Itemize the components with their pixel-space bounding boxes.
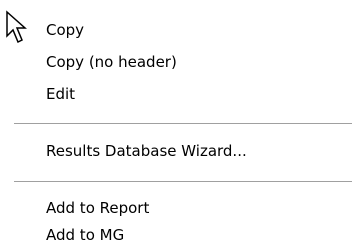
menu-item-add-to-mg[interactable]: Add to MG (46, 224, 124, 246)
context-menu: Copy Copy (no header) Edit Results Datab… (0, 0, 358, 252)
menu-item-edit[interactable]: Edit (46, 83, 75, 105)
menu-item-copy[interactable]: Copy (46, 19, 84, 41)
arrow-pointer-icon (6, 10, 27, 44)
menu-separator (14, 123, 352, 125)
menu-item-add-to-report[interactable]: Add to Report (46, 197, 149, 219)
menu-separator (14, 181, 352, 183)
menu-item-copy-no-header[interactable]: Copy (no header) (46, 51, 177, 73)
menu-item-results-database-wizard[interactable]: Results Database Wizard... (46, 140, 247, 162)
